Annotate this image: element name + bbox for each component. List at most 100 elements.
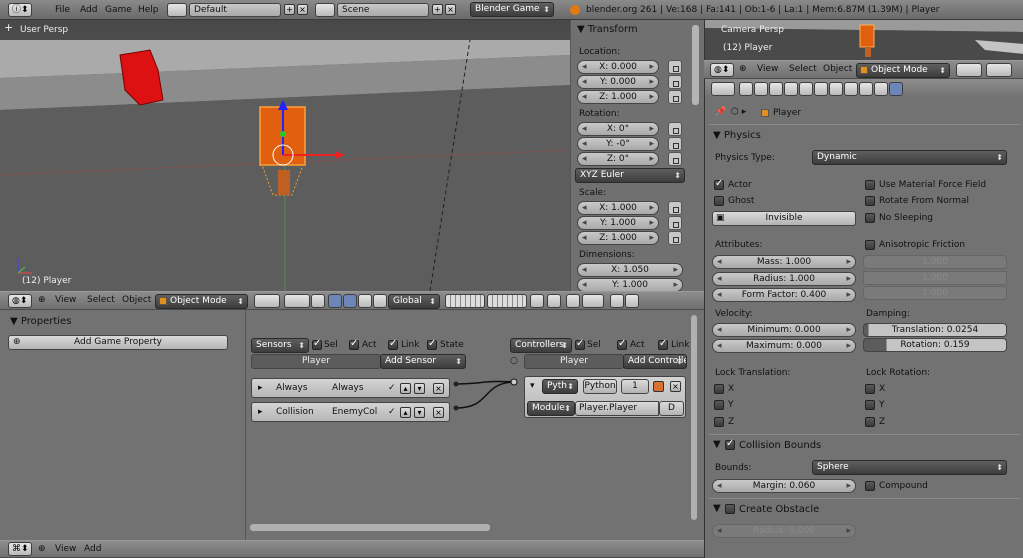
form-factor-field[interactable]: ◂ Form Factor: 0.400 ▸: [712, 288, 856, 302]
expand-sensor-icon[interactable]: ▸: [258, 407, 263, 418]
lock-translation-y-checkbox[interactable]: [714, 400, 724, 410]
editor-type-button[interactable]: ◍⬍: [8, 294, 32, 308]
lock-translation-x-checkbox[interactable]: [714, 384, 724, 394]
controller-state-number[interactable]: 1: [621, 379, 649, 394]
lock-location-y-icon[interactable]: [668, 75, 682, 89]
margin-field[interactable]: ◂ Margin: 0.060 ▸: [712, 479, 856, 493]
pin-icon[interactable]: 📌: [715, 107, 726, 118]
sensors-sel-checkbox[interactable]: [312, 338, 322, 350]
info-editor-type-button[interactable]: ⓘ⬍: [8, 3, 32, 17]
ghost-checkbox[interactable]: [714, 196, 724, 206]
properties-header[interactable]: ▼ Properties: [10, 316, 71, 327]
move-down-icon[interactable]: ▾: [414, 383, 425, 394]
module-name-field[interactable]: Player.Player: [575, 401, 659, 416]
rotate-from-normal-checkbox[interactable]: [865, 196, 875, 206]
controllers-sel-checkbox[interactable]: [575, 338, 585, 350]
velocity-minimum-field[interactable]: ◂ Minimum: 0.000 ▸: [712, 323, 856, 337]
sensor-output-socket[interactable]: [453, 405, 459, 411]
material-tab-icon[interactable]: [844, 82, 858, 96]
transform-scrollbar[interactable]: [692, 25, 699, 105]
expand-icon[interactable]: ⊕: [38, 544, 46, 555]
pivot-point-button[interactable]: [986, 63, 1012, 77]
object-mode-dropdown[interactable]: Object Mode: [155, 294, 248, 309]
controller-python[interactable]: ▾ Pyth Python 1 × Module Player.Player D: [524, 376, 686, 418]
3d-viewport[interactable]: User Persp (12) Player +: [0, 20, 570, 291]
scale-manipulator-icon[interactable]: [373, 294, 387, 308]
remove-scene-button[interactable]: ×: [445, 4, 456, 15]
camera-viewport[interactable]: Camera Persp (12) Player: [704, 20, 1023, 60]
scene-tab-icon[interactable]: [754, 82, 768, 96]
obstacle-radius-field[interactable]: ◂ Radius: 0.000 ▸: [712, 524, 856, 538]
dimensions-y-field[interactable]: ◂ Y: 1.000 ▸: [577, 278, 683, 291]
expand-icon[interactable]: ⊕: [739, 64, 747, 75]
controllers-link-checkbox[interactable]: [658, 338, 668, 350]
add-sensor-dropdown[interactable]: Add Sensor: [380, 354, 466, 369]
render-preview-icon[interactable]: [610, 294, 624, 308]
use-material-force-field-checkbox[interactable]: [865, 180, 875, 190]
world-tab-icon[interactable]: [769, 82, 783, 96]
remove-sensor-icon[interactable]: ×: [433, 383, 444, 394]
lock-translation-z-checkbox[interactable]: [714, 417, 724, 427]
remove-controller-icon[interactable]: ×: [670, 381, 681, 392]
menu-select[interactable]: Select: [87, 291, 115, 310]
lock-rotation-y-icon[interactable]: [668, 137, 682, 151]
add-layout-button[interactable]: +: [284, 4, 295, 15]
anisotropic-y-field[interactable]: 1.000: [863, 271, 1007, 285]
physics-header[interactable]: ▼ Physics: [713, 130, 761, 141]
create-obstacle-expand-icon[interactable]: ▼: [713, 503, 721, 514]
collision-bounds-expand-icon[interactable]: ▼: [713, 439, 721, 450]
transform-header[interactable]: ▼ Transform: [577, 24, 638, 35]
lock-scale-x-icon[interactable]: [668, 201, 682, 215]
controller-input-socket[interactable]: [510, 378, 518, 386]
lock-rotation-x-icon[interactable]: [668, 122, 682, 136]
data-tab-icon[interactable]: [829, 82, 843, 96]
sensors-dropdown[interactable]: Sensors: [251, 338, 309, 353]
lock-rotation-z-checkbox[interactable]: [865, 417, 875, 427]
damping-translation-slider[interactable]: Translation: 0.0254: [863, 323, 1007, 337]
render-engine-dropdown[interactable]: Blender Game: [470, 2, 554, 17]
damping-rotation-slider[interactable]: Rotation: 0.159: [863, 338, 1007, 352]
sensor-check-icon[interactable]: ✓: [388, 383, 396, 394]
lock-rotation-y-checkbox[interactable]: [865, 400, 875, 410]
location-z-field[interactable]: ◂ Z: 1.000 ▸: [577, 90, 659, 104]
menu-view[interactable]: View: [55, 291, 76, 310]
mass-field[interactable]: ◂ Mass: 1.000 ▸: [712, 255, 856, 269]
y-gizmo-dot[interactable]: [280, 131, 286, 137]
collapse-controller-icon[interactable]: ▾: [530, 381, 535, 392]
object-tab-icon[interactable]: [784, 82, 798, 96]
scale-x-field[interactable]: ◂ X: 1.000 ▸: [577, 201, 659, 215]
camera-editor-type-button[interactable]: ◍⬍: [710, 63, 734, 77]
texture-tab-icon[interactable]: [859, 82, 873, 96]
viewport-shading-button[interactable]: [254, 294, 280, 308]
menu-help[interactable]: Help: [138, 0, 159, 20]
no-sleeping-checkbox[interactable]: [865, 213, 875, 223]
manipulator-toggle-icon[interactable]: [328, 294, 342, 308]
sensors-link-checkbox[interactable]: [388, 338, 398, 350]
object-origin-button[interactable]: [311, 294, 325, 308]
velocity-maximum-field[interactable]: ◂ Maximum: 0.000 ▸: [712, 339, 856, 353]
menu-object[interactable]: Object: [823, 60, 852, 79]
anisotropic-x-field[interactable]: 1.000: [863, 255, 1007, 269]
bookmark-icon[interactable]: [653, 381, 664, 392]
rotation-mode-dropdown[interactable]: XYZ Euler: [575, 168, 685, 183]
lock-layers-icon[interactable]: [530, 294, 544, 308]
remove-sensor-icon[interactable]: ×: [433, 407, 444, 418]
sensor-check-icon[interactable]: ✓: [388, 407, 396, 418]
logic-editor-type-button[interactable]: ⌘⬍: [8, 542, 32, 556]
translate-manipulator-icon[interactable]: [343, 294, 357, 308]
lock-scale-y-icon[interactable]: [668, 216, 682, 230]
sensors-state-checkbox[interactable]: [427, 338, 437, 350]
logic-vertical-scrollbar[interactable]: [691, 315, 697, 520]
create-obstacle-checkbox[interactable]: [725, 504, 735, 514]
compound-checkbox[interactable]: [865, 481, 875, 491]
move-down-icon[interactable]: ▾: [414, 407, 425, 418]
camera-object-mode-dropdown[interactable]: Object Mode: [856, 63, 950, 78]
anisotropic-z-field[interactable]: 1.000: [863, 286, 1007, 300]
physics-tab-icon[interactable]: [889, 82, 903, 96]
transform-orientation-dropdown[interactable]: Global: [388, 294, 440, 309]
render-tab-icon[interactable]: [739, 82, 753, 96]
lock-location-z-icon[interactable]: [668, 90, 682, 104]
sensor-output-socket[interactable]: [453, 381, 459, 387]
plus-icon[interactable]: +: [4, 22, 13, 33]
rotate-manipulator-icon[interactable]: [358, 294, 372, 308]
